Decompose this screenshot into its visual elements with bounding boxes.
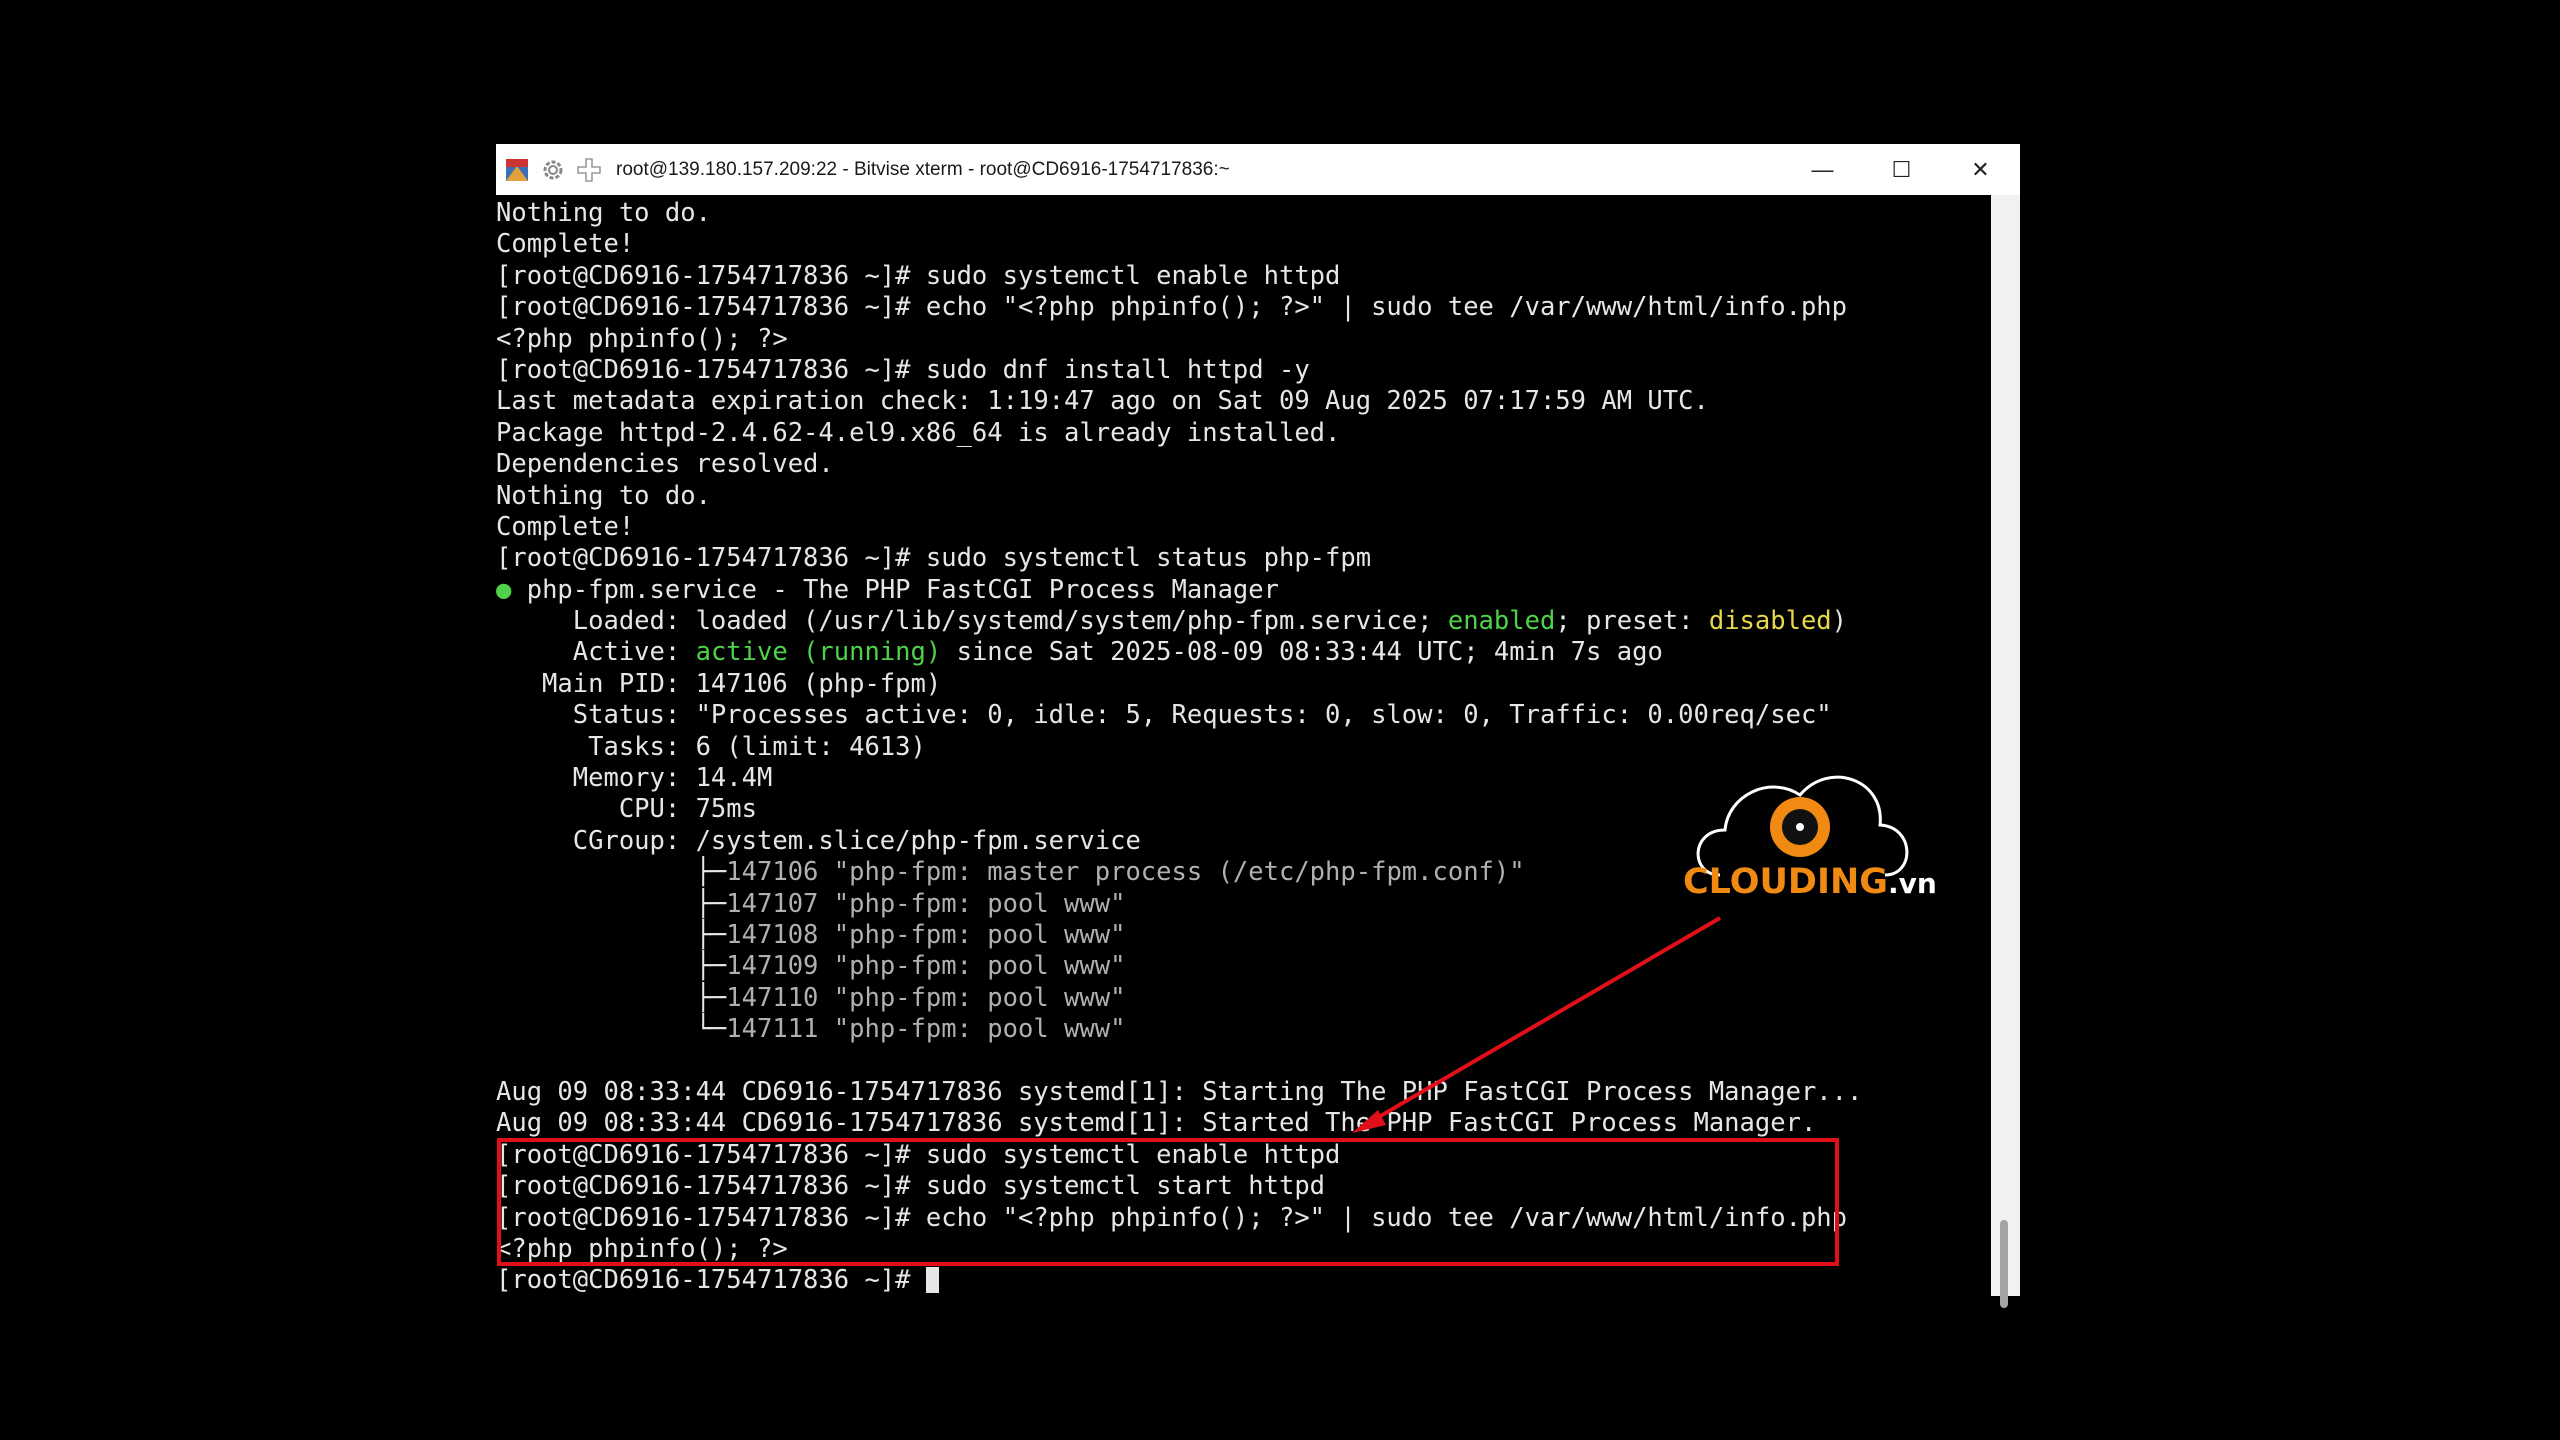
process-entry: 147108 "php-fpm: pool www" — [726, 919, 1126, 950]
app-icon[interactable] — [502, 155, 532, 185]
terminal-line: Dependencies resolved. — [496, 449, 834, 480]
terminal-window: root@139.180.157.209:22 - Bitvise xterm … — [496, 144, 2020, 1308]
tree-branch: ├─ — [496, 888, 727, 919]
process-tree-line: ├─147106 "php-fpm: master process (/etc/… — [496, 857, 1862, 888]
terminal-line: Aug 09 08:33:44 CD6916-1754717836 system… — [496, 1076, 1863, 1107]
prompt-line[interactable]: [root@CD6916-1754717836 ~]# — [496, 1265, 1862, 1296]
memory-line: Memory: 14.4M — [496, 763, 773, 794]
service-status-header: ● php-fpm.service - The PHP FastCGI Proc… — [496, 575, 1862, 606]
window-title: root@139.180.157.209:22 - Bitvise xterm … — [616, 158, 1230, 180]
clouding-logo-text: CLOUDING.vn — [1683, 862, 1937, 902]
process-entry: 147111 "php-fpm: pool www" — [726, 1014, 1126, 1045]
tree-branch: ├─ — [496, 857, 727, 888]
status-line: Status: "Processes active: 0, idle: 5, R… — [496, 700, 1832, 731]
window-controls: — ☐ ✕ — [1783, 144, 2020, 195]
process-tree-line: ├─147110 "php-fpm: pool www" — [496, 983, 1862, 1014]
terminal-line: [root@CD6916-1754717836 ~]# sudo systemc… — [496, 543, 1372, 574]
process-entry: 147110 "php-fpm: pool www" — [726, 982, 1126, 1013]
service-active-line: Active: active (running) since Sat 2025-… — [496, 637, 1862, 668]
active-suffix: since Sat 2025-08-09 08:33:44 UTC; 4min … — [941, 637, 1663, 668]
process-tree-line: ├─147109 "php-fpm: pool www" — [496, 951, 1862, 982]
tree-branch: ├─ — [496, 982, 727, 1013]
enabled-state: enabled — [1447, 606, 1556, 637]
close-button[interactable]: ✕ — [1941, 144, 2020, 195]
service-loaded-line: Loaded: loaded (/usr/lib/systemd/system/… — [496, 606, 1862, 637]
terminal-line: Complete! — [496, 511, 635, 542]
cpu-line: CPU: 75ms — [496, 794, 757, 825]
process-entry: 147106 "php-fpm: master process (/etc/ph… — [726, 857, 1525, 888]
minimize-button[interactable]: — — [1783, 144, 1862, 195]
text-cursor — [925, 1267, 939, 1294]
terminal-line: Complete! — [496, 229, 635, 260]
preset-state: disabled — [1708, 606, 1832, 637]
service-name: php-fpm.service - The PHP FastCGI Proces… — [511, 574, 1279, 605]
cgroup-line: CGroup: /system.slice/php-fpm.service — [496, 825, 1141, 856]
loaded-mid: ; preset: — [1555, 606, 1709, 637]
tree-branch: └─ — [496, 1014, 727, 1045]
terminal-line: <?php phpinfo(); ?> — [496, 323, 788, 354]
process-tree-line: └─147111 "php-fpm: pool www" — [496, 1014, 1862, 1045]
process-entry: 147107 "php-fpm: pool www" — [726, 888, 1126, 919]
gear-icon[interactable] — [538, 155, 568, 185]
process-entry: 147109 "php-fpm: pool www" — [726, 951, 1126, 982]
terminal-line: Nothing to do. — [496, 198, 711, 228]
title-bar[interactable]: root@139.180.157.209:22 - Bitvise xterm … — [496, 144, 2020, 195]
logo-brand: CLOUDING — [1683, 862, 1889, 902]
loaded-suffix: ) — [1831, 606, 1848, 637]
terminal-line: Last metadata expiration check: 1:19:47 … — [496, 386, 1709, 417]
terminal-lines: Nothing to do. Complete! [root@CD6916-17… — [496, 198, 1862, 1296]
status-dot-icon: ● — [496, 574, 512, 605]
tree-branch: ├─ — [496, 919, 727, 950]
maximize-button[interactable]: ☐ — [1862, 144, 1941, 195]
process-tree-line: ├─147107 "php-fpm: pool www" — [496, 889, 1862, 920]
tasks-line: Tasks: 6 (limit: 4613) — [496, 731, 926, 762]
tree-branch: ├─ — [496, 951, 727, 982]
scrollbar-thumb[interactable] — [2000, 1220, 2008, 1308]
active-prefix: Active: — [496, 637, 696, 668]
terminal-line: Aug 09 08:33:44 CD6916-1754717836 system… — [496, 1108, 1817, 1139]
logo-tld: .vn — [1888, 867, 1937, 900]
terminal-line: Nothing to do. — [496, 480, 711, 511]
terminal-line: [root@CD6916-1754717836 ~]# echo "<?php … — [496, 292, 1848, 323]
plus-icon[interactable] — [574, 155, 604, 185]
main-pid-line: Main PID: 147106 (php-fpm) — [496, 668, 942, 699]
process-tree-line: ├─147108 "php-fpm: pool www" — [496, 920, 1862, 951]
terminal-line: Package httpd-2.4.62-4.el9.x86_64 is alr… — [496, 417, 1341, 448]
terminal-line: [root@CD6916-1754717836 ~]# sudo systemc… — [496, 260, 1341, 291]
prompt-text: [root@CD6916-1754717836 ~]# — [496, 1265, 926, 1296]
terminal-output[interactable]: Nothing to do. Complete! [root@CD6916-17… — [496, 195, 1991, 1296]
active-state: active (running) — [695, 637, 942, 668]
terminal-line: [root@CD6916-1754717836 ~]# sudo dnf ins… — [496, 354, 1310, 385]
loaded-prefix: Loaded: loaded (/usr/lib/systemd/system/… — [496, 606, 1448, 637]
vertical-scrollbar[interactable] — [1991, 195, 2020, 1308]
highlight-box — [497, 1138, 1839, 1266]
